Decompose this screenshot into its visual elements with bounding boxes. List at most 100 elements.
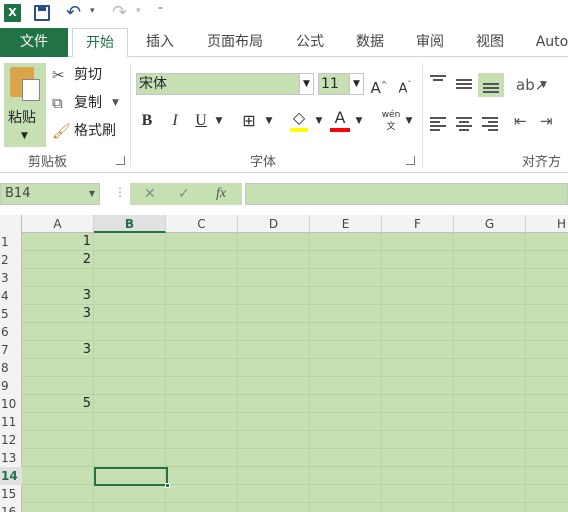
row-header-6[interactable]: 6: [0, 323, 22, 341]
gridline: [22, 286, 568, 287]
increase-font-icon[interactable]: A^: [370, 73, 388, 97]
cell-a5[interactable]: 3: [22, 305, 94, 323]
row-header-12[interactable]: 12: [0, 431, 22, 449]
customize-qat-icon[interactable]: ⁼: [158, 6, 163, 16]
chevron-down-icon[interactable]: ▼: [349, 74, 363, 94]
bold-button[interactable]: B: [138, 109, 156, 133]
align-left-icon[interactable]: [430, 117, 446, 133]
row-header-9[interactable]: 9: [0, 377, 22, 395]
redo-icon[interactable]: ↷: [112, 2, 127, 24]
copy-dropdown-icon[interactable]: ▼: [112, 91, 119, 115]
column-header-g[interactable]: G: [454, 215, 526, 233]
format-painter-icon[interactable]: 🖌: [52, 119, 71, 143]
row-header-4[interactable]: 4: [0, 287, 22, 305]
border-icon[interactable]: ⊞: [238, 109, 260, 133]
column-header-h[interactable]: H: [526, 215, 568, 233]
align-right-icon[interactable]: [482, 117, 498, 133]
paste-button[interactable]: 粘贴 ▼: [4, 63, 46, 147]
cell-a1[interactable]: 1: [22, 233, 94, 251]
align-top-icon[interactable]: [430, 75, 446, 83]
font-launcher-icon[interactable]: [406, 156, 415, 165]
row-header-13[interactable]: 13: [0, 449, 22, 467]
row-headers: 1 2 3 4 5 6 7 8 9 10 11 12 13 14 15 16: [0, 233, 22, 512]
row-header-16[interactable]: 16: [0, 503, 22, 512]
border-dropdown-icon[interactable]: ▼: [264, 109, 274, 133]
tab-view[interactable]: 视图: [470, 28, 510, 57]
copy-icon[interactable]: ⧉: [52, 91, 63, 115]
decrease-indent-icon[interactable]: ⇤: [514, 109, 527, 133]
phonetic-dropdown-icon[interactable]: ▼: [404, 109, 414, 133]
column-header-f[interactable]: F: [382, 215, 454, 233]
row-header-15[interactable]: 15: [0, 485, 22, 503]
row-header-2[interactable]: 2: [0, 251, 22, 269]
cell-a7[interactable]: 3: [22, 341, 94, 359]
enter-icon[interactable]: ✓: [178, 183, 190, 205]
underline-button[interactable]: U: [192, 109, 210, 133]
cell-a4[interactable]: 3: [22, 287, 94, 305]
cut-button[interactable]: 剪切: [74, 63, 102, 87]
cell-a10[interactable]: 5: [22, 395, 94, 413]
italic-button[interactable]: I: [166, 109, 184, 133]
tab-file[interactable]: 文件: [0, 28, 68, 57]
row-header-8[interactable]: 8: [0, 359, 22, 377]
increase-indent-icon[interactable]: ⇥: [540, 109, 553, 133]
formula-input[interactable]: [245, 183, 568, 205]
row-header-11[interactable]: 11: [0, 413, 22, 431]
clipboard-launcher-icon[interactable]: [116, 156, 125, 165]
row-header-7[interactable]: 7: [0, 341, 22, 359]
row-header-1[interactable]: 1: [0, 233, 22, 251]
excel-logo-icon: X: [4, 4, 21, 22]
font-color-dropdown-icon[interactable]: ▼: [354, 109, 364, 133]
font-size-select[interactable]: 11 ▼: [318, 73, 364, 95]
worksheet-grid[interactable]: ABCDEFGH 1 2 3 4 5 6 7 8 9 10 11 12 13 14 15 16 123335: [0, 215, 568, 512]
tab-insert[interactable]: 插入: [140, 28, 180, 57]
font-name-select[interactable]: 宋体 ▼: [136, 73, 314, 95]
row-header-10[interactable]: 10: [0, 395, 22, 413]
tab-home[interactable]: 开始: [72, 28, 128, 58]
tab-page-layout[interactable]: 页面布局: [200, 28, 270, 57]
fill-color-icon[interactable]: ◇: [288, 109, 310, 133]
column-headers: ABCDEFGH: [0, 215, 568, 233]
paste-dropdown-icon[interactable]: ▼: [21, 131, 28, 141]
alignment-group-label: 对齐方: [522, 155, 562, 170]
font-color-icon[interactable]: A: [330, 109, 350, 133]
tab-auto[interactable]: Auto: [532, 28, 568, 57]
column-header-c[interactable]: C: [166, 215, 238, 233]
column-header-e[interactable]: E: [310, 215, 382, 233]
column-header-d[interactable]: D: [238, 215, 310, 233]
insert-function-icon[interactable]: fx: [216, 183, 226, 205]
chevron-down-icon[interactable]: ▼: [299, 74, 313, 94]
fill-color-dropdown-icon[interactable]: ▼: [314, 109, 324, 133]
align-middle-icon[interactable]: [456, 79, 472, 91]
scissors-icon[interactable]: ✂: [52, 63, 65, 87]
save-icon[interactable]: [34, 5, 50, 21]
decrease-font-icon[interactable]: Aˇ: [396, 73, 414, 97]
orientation-dropdown-icon[interactable]: ▼: [540, 73, 547, 97]
align-center-icon[interactable]: [456, 117, 472, 133]
fill-handle[interactable]: [165, 483, 170, 488]
cell-a2[interactable]: 2: [22, 251, 94, 269]
undo-icon[interactable]: ↶: [66, 2, 81, 24]
row-header-5[interactable]: 5: [0, 305, 22, 323]
redo-dropdown-icon[interactable]: ▾: [136, 6, 141, 16]
selected-cell[interactable]: [94, 467, 170, 488]
tab-review[interactable]: 审阅: [410, 28, 450, 57]
format-painter-button[interactable]: 格式刷: [74, 119, 116, 143]
gridline: [525, 233, 526, 512]
column-header-b[interactable]: B: [94, 215, 166, 233]
gridline: [381, 233, 382, 512]
copy-button[interactable]: 复制: [74, 91, 102, 115]
tab-formulas[interactable]: 公式: [290, 28, 330, 57]
tab-data[interactable]: 数据: [350, 28, 390, 57]
name-box[interactable]: B14 ▼: [0, 183, 100, 205]
undo-dropdown-icon[interactable]: ▾: [90, 6, 95, 16]
chevron-down-icon[interactable]: ▼: [89, 184, 95, 204]
underline-dropdown-icon[interactable]: ▼: [214, 109, 224, 133]
row-header-14[interactable]: 14: [0, 467, 22, 485]
row-header-3[interactable]: 3: [0, 269, 22, 287]
phonetic-icon[interactable]: wén 文: [380, 109, 402, 133]
cancel-icon[interactable]: ✕: [144, 183, 156, 205]
select-all-corner[interactable]: [0, 215, 22, 233]
align-bottom-button[interactable]: [478, 73, 504, 97]
column-header-a[interactable]: A: [22, 215, 94, 233]
